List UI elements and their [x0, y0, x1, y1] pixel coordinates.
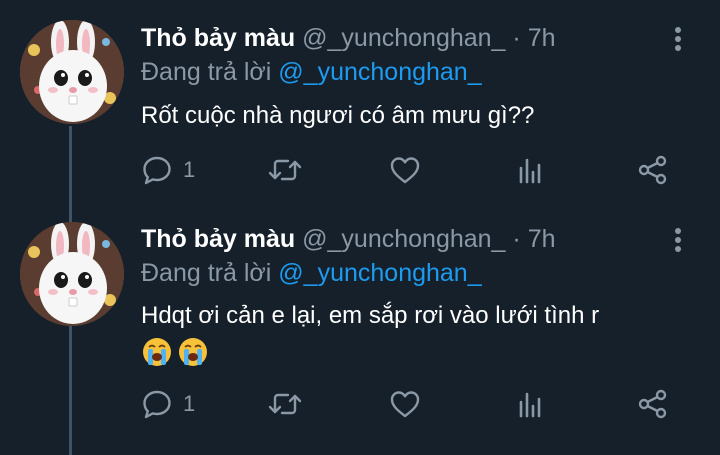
tweet[interactable]: Thỏ bảy màu @_yunchonghan_ · 7h Đang trả… [0, 212, 720, 455]
timestamp[interactable]: 7h [528, 225, 556, 253]
display-name[interactable]: Thỏ bảy màu [141, 225, 295, 253]
reply-count: 1 [183, 391, 196, 416]
tweet-text: Rốt cuộc nhà ngươi có âm mưu gì?? [141, 102, 535, 129]
reply-mention-link[interactable]: @_yunchonghan_ [278, 58, 481, 86]
like-button[interactable] [389, 152, 421, 188]
like-button[interactable] [389, 386, 421, 422]
user-handle[interactable]: @_yunchonghan_ [302, 225, 505, 253]
share-button[interactable] [637, 152, 669, 188]
avatar[interactable] [20, 222, 124, 326]
analytics-button[interactable] [516, 152, 544, 188]
reply-count: 1 [183, 157, 196, 182]
reply-prefix: Đang trả lời [141, 58, 272, 86]
reply-icon [143, 390, 171, 419]
analytics-icon [519, 158, 541, 184]
emoji-row [141, 336, 209, 373]
reply-button[interactable]: 1 [141, 152, 195, 188]
reply-mention-link[interactable]: @_yunchonghan_ [278, 259, 481, 287]
tweet-actions: 1 [141, 386, 701, 426]
tweet-text: Hdqt ơi cản e lại, em sắp rơi vào lưới t… [141, 302, 600, 329]
share-icon [638, 155, 667, 185]
crying-face-emoji [143, 338, 171, 366]
retweet-button[interactable] [268, 386, 302, 422]
crying-face-emoji [179, 338, 208, 366]
analytics-icon [519, 392, 541, 418]
display-name[interactable]: Thỏ bảy màu [141, 24, 295, 52]
separator-dot: · [512, 225, 521, 253]
analytics-button[interactable] [516, 386, 544, 422]
retweet-button[interactable] [268, 152, 302, 188]
separator-dot: · [512, 24, 521, 52]
heart-icon [390, 391, 420, 418]
more-vertical-icon [675, 27, 681, 51]
more-vertical-icon [675, 228, 681, 252]
reply-context: Đang trả lời @_yunchonghan_ [141, 57, 482, 87]
tweet-header: Thỏ bảy màu @_yunchonghan_ · 7h [141, 23, 556, 53]
tweet[interactable]: Thỏ bảy màu @_yunchonghan_ · 7h Đang trả… [0, 0, 720, 212]
heart-icon [390, 157, 420, 184]
share-icon [638, 389, 667, 419]
timestamp[interactable]: 7h [528, 24, 556, 52]
retweet-icon [268, 159, 302, 181]
more-options-button[interactable] [666, 227, 690, 253]
more-options-button[interactable] [666, 26, 690, 52]
avatar[interactable] [20, 20, 124, 124]
share-button[interactable] [637, 386, 669, 422]
user-handle[interactable]: @_yunchonghan_ [302, 24, 505, 52]
reply-button[interactable]: 1 [141, 386, 195, 422]
retweet-icon [268, 393, 302, 415]
reply-icon [143, 156, 171, 185]
reply-prefix: Đang trả lời [141, 259, 272, 287]
tweet-actions: 1 [141, 152, 701, 192]
reply-context: Đang trả lời @_yunchonghan_ [141, 258, 482, 288]
tweet-header: Thỏ bảy màu @_yunchonghan_ · 7h [141, 224, 556, 254]
